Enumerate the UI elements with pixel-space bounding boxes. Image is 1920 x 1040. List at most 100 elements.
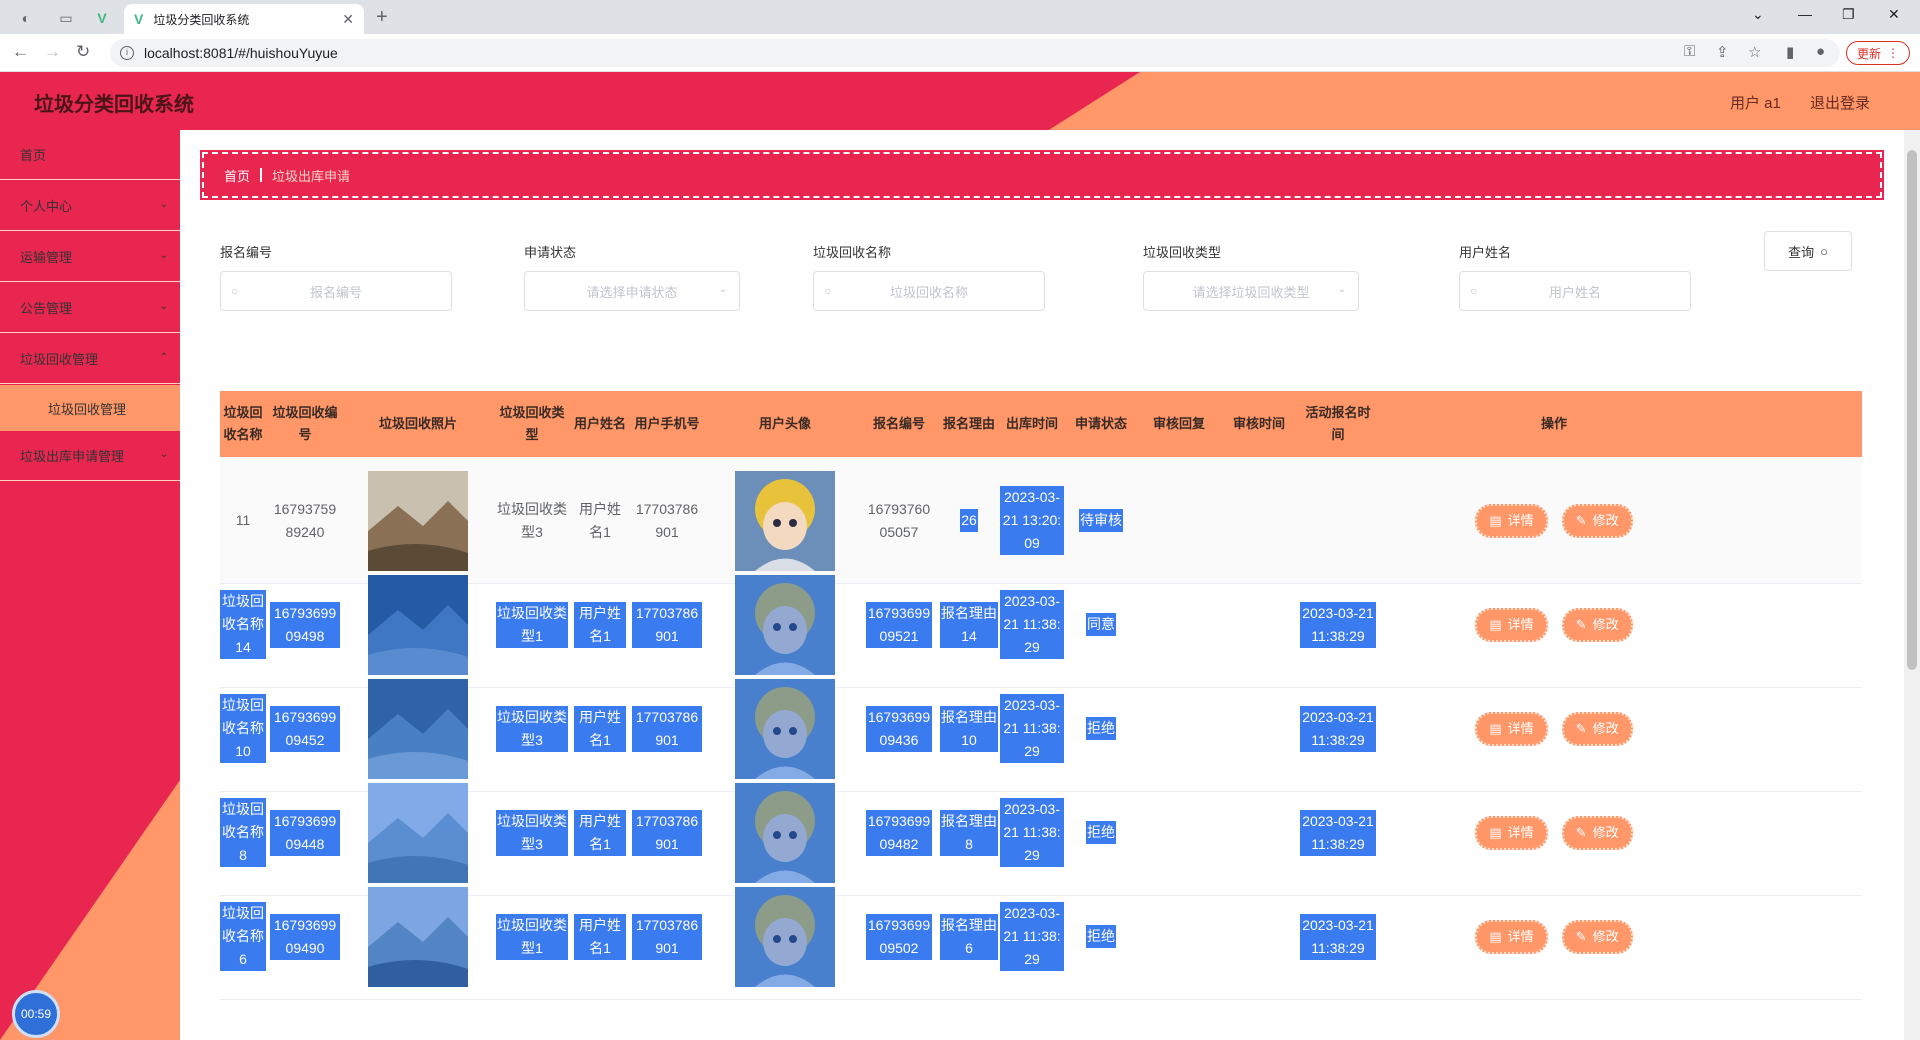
breadcrumb-home[interactable]: 首页 <box>224 166 250 185</box>
sidebar-item-recycle[interactable]: 垃圾回收管理 ⌃ <box>0 334 180 384</box>
back-icon[interactable]: ← <box>12 42 29 62</box>
photo-frame[interactable] <box>368 574 468 675</box>
table-row[interactable]: 垃圾回收名称6 1679369909490 垃圾回收类型1 用户姓名1 17703786… <box>220 873 1862 1000</box>
cell-text: 用户姓名1 <box>574 705 626 752</box>
cell-text: 1679369909490 <box>270 913 340 960</box>
cell-text: 1679369909482 <box>866 809 932 856</box>
status-select[interactable]: 请选择申请状态 ⌄ <box>524 271 740 311</box>
edit-button[interactable]: ✎ 修改 <box>1561 711 1633 746</box>
info-icon[interactable]: i <box>120 46 134 60</box>
detail-button[interactable]: ▤ 详情 <box>1475 607 1548 642</box>
minimize-icon[interactable]: — <box>1798 6 1812 22</box>
edit-button[interactable]: ✎ 修改 <box>1561 607 1633 642</box>
profile-icon[interactable]: ● <box>1816 43 1825 60</box>
user-input[interactable]: ○ 用户姓名 <box>1459 271 1691 311</box>
cell-text: 垃圾回收名称10 <box>220 694 266 763</box>
edit-button[interactable]: ✎ 修改 <box>1561 815 1633 850</box>
chevron-up-icon: ⌃ <box>159 352 168 363</box>
key-icon[interactable]: ⚿ <box>1684 43 1695 60</box>
update-button[interactable]: 更新 ⋮ <box>1846 41 1910 65</box>
page-scrollbar[interactable] <box>1904 130 1920 1040</box>
globe-icon[interactable]: ◐ <box>12 6 40 30</box>
cell-text: 垃圾回收类型3 <box>496 809 568 856</box>
breadcrumb-current: 垃圾出库申请 <box>272 168 351 184</box>
name-input[interactable]: ○ 垃圾回收名称 <box>813 271 1045 311</box>
close-window-icon[interactable]: ✕ <box>1888 6 1900 23</box>
cell-text: 1679376005057 <box>867 500 931 540</box>
cell-text: 26 <box>960 509 978 532</box>
avatar-image <box>735 782 835 883</box>
scrollbar-thumb[interactable] <box>1907 150 1917 670</box>
avatar-frame[interactable] <box>735 678 835 779</box>
blank-tab-icon[interactable]: ▭ <box>52 6 80 30</box>
cell-text: 11 <box>235 512 251 528</box>
detail-button[interactable]: ▤ 详情 <box>1475 815 1548 850</box>
vue-tab-icon[interactable]: V <box>88 6 116 30</box>
logout-button[interactable]: 退出登录 <box>1810 92 1870 113</box>
detail-button[interactable]: ▤ 详情 <box>1475 503 1548 538</box>
sidebar-item-outbound[interactable]: 垃圾出库申请管理 ⌄ <box>0 431 180 481</box>
tab-search-icon[interactable]: ⌄ <box>1752 6 1764 23</box>
sidepanel-icon[interactable]: ▮ <box>1786 43 1794 61</box>
reload-icon[interactable]: ↻ <box>76 42 90 62</box>
photo-frame[interactable] <box>368 886 468 987</box>
user-placeholder: 用户姓名 <box>1548 284 1601 300</box>
cell-status: 拒绝 <box>1068 873 1134 1000</box>
restore-icon[interactable]: ❐ <box>1842 6 1855 23</box>
cell-phone: 17703786901 <box>632 873 702 1000</box>
cell-text: 拒绝 <box>1086 821 1116 844</box>
cell-text: 1679369909521 <box>866 601 932 648</box>
current-user: 用户 a1 <box>1730 95 1781 112</box>
url-field[interactable]: i localhost:8081/#/huishouYuyue <box>110 39 1840 67</box>
sidebar-item-notice[interactable]: 公告管理 ⌄ <box>0 283 180 333</box>
column-header: 垃圾回收名称 <box>223 405 263 442</box>
sidebar-item-home[interactable]: 首页 <box>0 130 180 180</box>
photo-frame[interactable] <box>368 678 468 779</box>
active-tab[interactable]: V 垃圾分类回收系统 ✕ <box>124 4 364 34</box>
cell-text: 2023-03-21 11:38:29 <box>1000 798 1064 867</box>
avatar-frame[interactable] <box>735 886 835 987</box>
pencil-icon: ✎ <box>1575 721 1587 736</box>
cell-text: 拒绝 <box>1086 925 1116 948</box>
avatar-frame[interactable] <box>735 574 835 675</box>
new-tab-icon[interactable]: + <box>376 6 388 29</box>
query-button[interactable]: 查询 ○ <box>1764 231 1852 271</box>
edit-button[interactable]: ✎ 修改 <box>1561 919 1633 954</box>
baoming-input[interactable]: ○ 报名编号 <box>220 271 452 311</box>
column-header: 用户手机号 <box>634 416 700 431</box>
type-select[interactable]: 请选择垃圾回收类型 ⌄ <box>1143 271 1359 311</box>
query-label: 查询 <box>1788 244 1815 260</box>
avatar-frame[interactable] <box>735 470 835 571</box>
forward-icon[interactable]: → <box>44 42 61 62</box>
photo-frame[interactable] <box>368 782 468 883</box>
cell-text: 17703786901 <box>632 913 702 960</box>
search-icon: ○ <box>1470 284 1478 298</box>
star-icon[interactable]: ☆ <box>1748 43 1761 61</box>
edit-label: 修改 <box>1592 929 1619 944</box>
sidebar-item-label: 首页 <box>20 148 47 163</box>
submenu-item-recycle[interactable]: 垃圾回收管理 <box>0 385 180 431</box>
cell-reply <box>1146 873 1212 1000</box>
close-tab-icon[interactable]: ✕ <box>342 11 354 28</box>
detail-button[interactable]: ▤ 详情 <box>1475 711 1548 746</box>
photo-frame[interactable] <box>368 470 468 571</box>
filter-label-baoming: 报名编号 <box>220 245 273 260</box>
column-header: 用户姓名 <box>574 416 627 431</box>
timer-badge[interactable]: 00:59 <box>12 990 60 1038</box>
document-icon: ▤ <box>1489 721 1502 736</box>
chevron-down-icon: ⌄ <box>718 284 727 295</box>
landscape-image <box>368 678 468 779</box>
avatar-image <box>735 886 835 987</box>
document-icon: ▤ <box>1489 617 1502 632</box>
cell-text: 垃圾回收类型3 <box>496 705 568 752</box>
search-icon: ○ <box>231 284 239 298</box>
cell-code: 1679369909490 <box>270 873 340 1000</box>
sidebar-item-transport[interactable]: 运输管理 ⌄ <box>0 232 180 282</box>
avatar-frame[interactable] <box>735 782 835 883</box>
detail-button[interactable]: ▤ 详情 <box>1475 919 1548 954</box>
cell-text: 垃圾回收名称8 <box>220 798 266 867</box>
app-header: 垃圾分类回收系统 用户 a1 退出登录 <box>0 72 1920 130</box>
sidebar-item-personal[interactable]: 个人中心 ⌄ <box>0 181 180 231</box>
edit-button[interactable]: ✎ 修改 <box>1561 503 1633 538</box>
share-icon[interactable]: ⇪ <box>1716 43 1729 61</box>
